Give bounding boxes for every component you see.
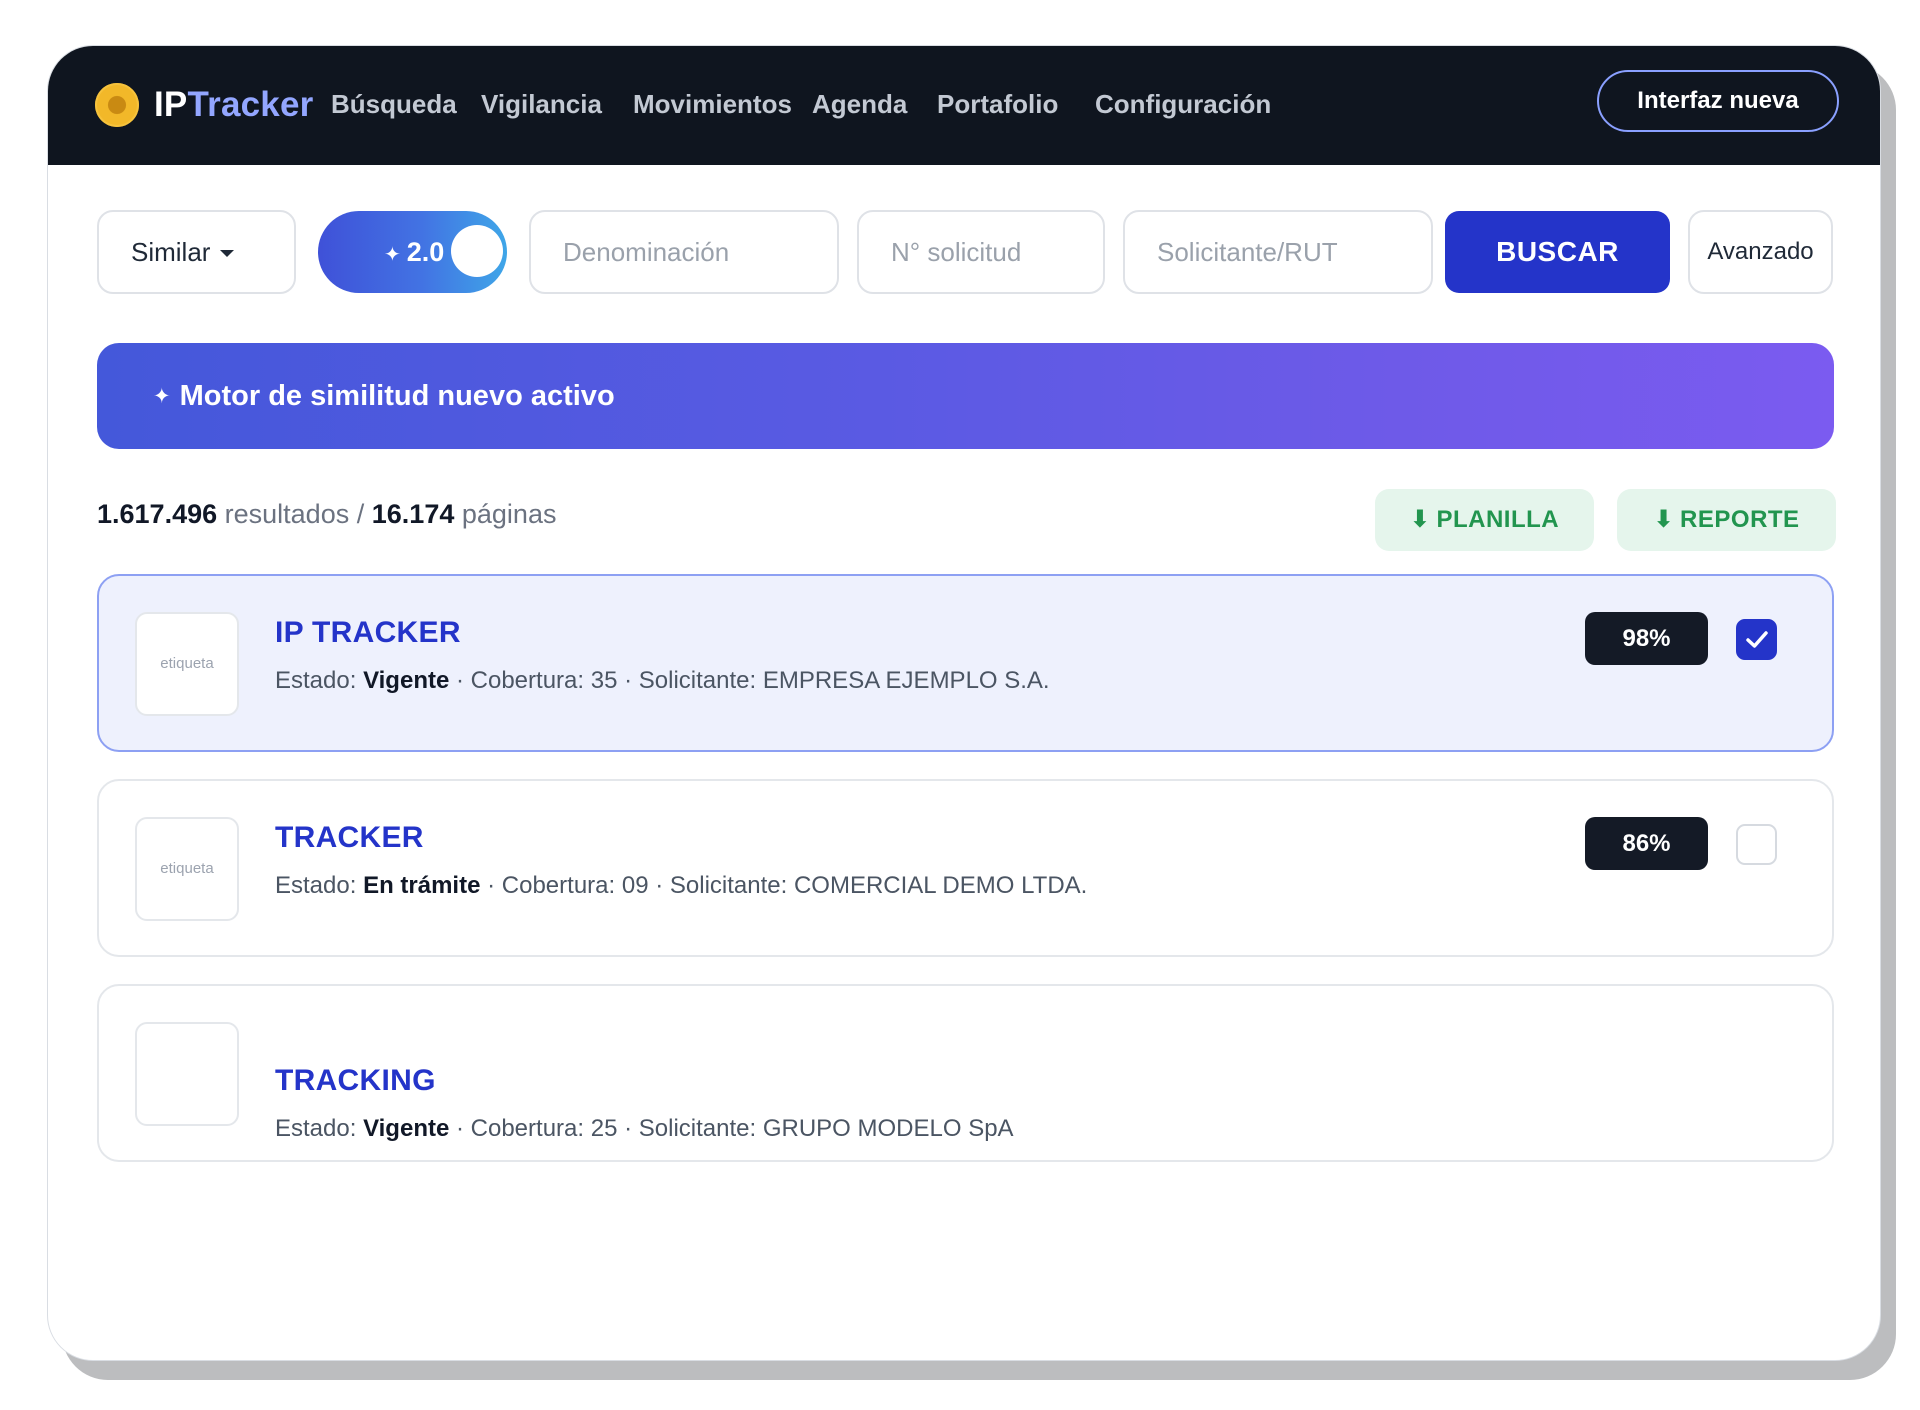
- banner-text: Motor de similitud nuevo activo: [179, 379, 615, 412]
- meta-separator: ·: [655, 872, 664, 899]
- download-sheet-label: PLANILLA: [1436, 506, 1560, 533]
- caret-down-icon: [220, 250, 235, 257]
- applicant-field-box: [1123, 210, 1433, 294]
- cobertura-label: Cobertura:: [470, 1115, 585, 1142]
- solicitante-value: EMPRESA EJEMPLO S.A.: [762, 667, 1050, 694]
- cobertura-value: 35: [590, 667, 618, 694]
- engine-version-label: ✦ 2.0: [384, 211, 444, 293]
- estado-value: Vigente: [363, 667, 450, 694]
- download-arrow-icon: ⬇: [1409, 506, 1431, 533]
- result-select-checkbox[interactable]: [1736, 619, 1777, 660]
- nav-item-agenda[interactable]: Agenda: [812, 86, 907, 122]
- download-arrow-icon: ⬇: [1653, 506, 1675, 533]
- solicitante-label: Solicitante:: [638, 667, 757, 694]
- sparkle-icon: ✦: [384, 244, 401, 266]
- result-meta: Estado: Vigente · Cobertura: 25 · Solici…: [275, 1115, 1014, 1143]
- logo-text: IPTracker: [154, 85, 313, 125]
- cobertura-value: 25: [590, 1115, 618, 1142]
- logo[interactable]: IPTracker: [95, 80, 313, 130]
- results-summary: 1.617.496 resultados / 16.174 páginas: [97, 494, 556, 534]
- estado-label: Estado:: [275, 1115, 357, 1142]
- estado-value: Vigente: [363, 1115, 450, 1142]
- search-button[interactable]: BUSCAR: [1445, 211, 1670, 293]
- checkmark-icon: [1746, 631, 1768, 648]
- application-number-input[interactable]: [859, 236, 1103, 268]
- result-card[interactable]: etiqueta IP TRACKER Estado: Vigente · Co…: [97, 574, 1834, 752]
- result-title[interactable]: IP TRACKER: [275, 616, 461, 650]
- mark-label-thumbnail: etiqueta: [135, 612, 239, 716]
- similarity-engine-banner: ✦ Motor de similitud nuevo activo: [97, 343, 1834, 449]
- solicitante-label: Solicitante:: [638, 1115, 757, 1142]
- nav-item-vigilancia[interactable]: Vigilancia: [481, 86, 602, 122]
- advanced-search-button[interactable]: Avanzado: [1688, 210, 1833, 294]
- estado-value: En trámite: [363, 872, 481, 899]
- result-meta: Estado: Vigente · Cobertura: 35 · Solici…: [275, 667, 1050, 695]
- app-window: IPTracker Búsqueda Vigilancia Movimiento…: [47, 45, 1881, 1361]
- results-count: 1.617.496: [97, 499, 218, 529]
- pages-count: 16.174: [371, 499, 455, 529]
- solicitante-value: COMERCIAL DEMO LTDA.: [793, 872, 1088, 899]
- result-meta: Estado: En trámite · Cobertura: 09 · Sol…: [275, 872, 1087, 900]
- cobertura-label: Cobertura:: [501, 872, 616, 899]
- similarity-score-badge: 98%: [1585, 612, 1708, 665]
- search-mode-select[interactable]: Similar: [97, 210, 296, 294]
- nav-item-configuracion[interactable]: Configuración: [1095, 86, 1271, 122]
- download-report-button[interactable]: ⬇ REPORTE: [1617, 489, 1836, 551]
- estado-label: Estado:: [275, 667, 357, 694]
- denomination-input[interactable]: [531, 236, 837, 268]
- meta-separator: ·: [455, 667, 464, 694]
- mark-label-thumbnail: etiqueta: [135, 817, 239, 921]
- nav-item-portafolio[interactable]: Portafolio: [937, 86, 1058, 122]
- applicant-rut-input[interactable]: [1125, 236, 1431, 268]
- estado-label: Estado:: [275, 872, 357, 899]
- search-mode-value: Similar: [131, 236, 211, 267]
- download-sheet-button[interactable]: ⬇ PLANILLA: [1375, 489, 1594, 551]
- result-title[interactable]: TRACKING: [275, 1064, 436, 1098]
- denomination-field-box: [529, 210, 839, 294]
- result-card[interactable]: TRACKING Estado: Vigente · Cobertura: 25…: [97, 984, 1834, 1162]
- pages-word: páginas: [461, 499, 557, 529]
- sparkle-icon: ✦: [153, 384, 171, 408]
- result-select-checkbox[interactable]: [1736, 824, 1777, 865]
- toggle-knob: [451, 225, 503, 277]
- top-navigation-bar: IPTracker Búsqueda Vigilancia Movimiento…: [48, 46, 1880, 165]
- solicitante-value: GRUPO MODELO SpA: [762, 1115, 1014, 1142]
- mark-label-thumbnail: [135, 1022, 239, 1126]
- similarity-score-badge: 86%: [1585, 817, 1708, 870]
- meta-separator: ·: [455, 1115, 464, 1142]
- coin-logo-icon: [95, 83, 139, 127]
- engine-version-toggle[interactable]: ✦ 2.0: [318, 211, 507, 293]
- nav-item-movimientos[interactable]: Movimientos: [633, 86, 792, 122]
- cobertura-label: Cobertura:: [470, 667, 585, 694]
- cobertura-value: 09: [621, 872, 649, 899]
- nav-item-busqueda[interactable]: Búsqueda: [331, 86, 457, 122]
- application-number-field-box: [857, 210, 1105, 294]
- new-interface-button[interactable]: Interfaz nueva: [1597, 70, 1839, 132]
- download-report-label: REPORTE: [1680, 506, 1800, 533]
- meta-separator: ·: [624, 1115, 633, 1142]
- results-word: resultados: [224, 499, 350, 529]
- logo-text-suffix: Tracker: [187, 85, 314, 124]
- logo-text-prefix: IP: [154, 85, 188, 124]
- summary-separator: /: [356, 499, 365, 529]
- result-title[interactable]: TRACKER: [275, 821, 424, 855]
- engine-version-text: 2.0: [406, 237, 445, 267]
- result-card[interactable]: etiqueta TRACKER Estado: En trámite · Co…: [97, 779, 1834, 957]
- meta-separator: ·: [487, 872, 496, 899]
- meta-separator: ·: [624, 667, 633, 694]
- solicitante-label: Solicitante:: [669, 872, 788, 899]
